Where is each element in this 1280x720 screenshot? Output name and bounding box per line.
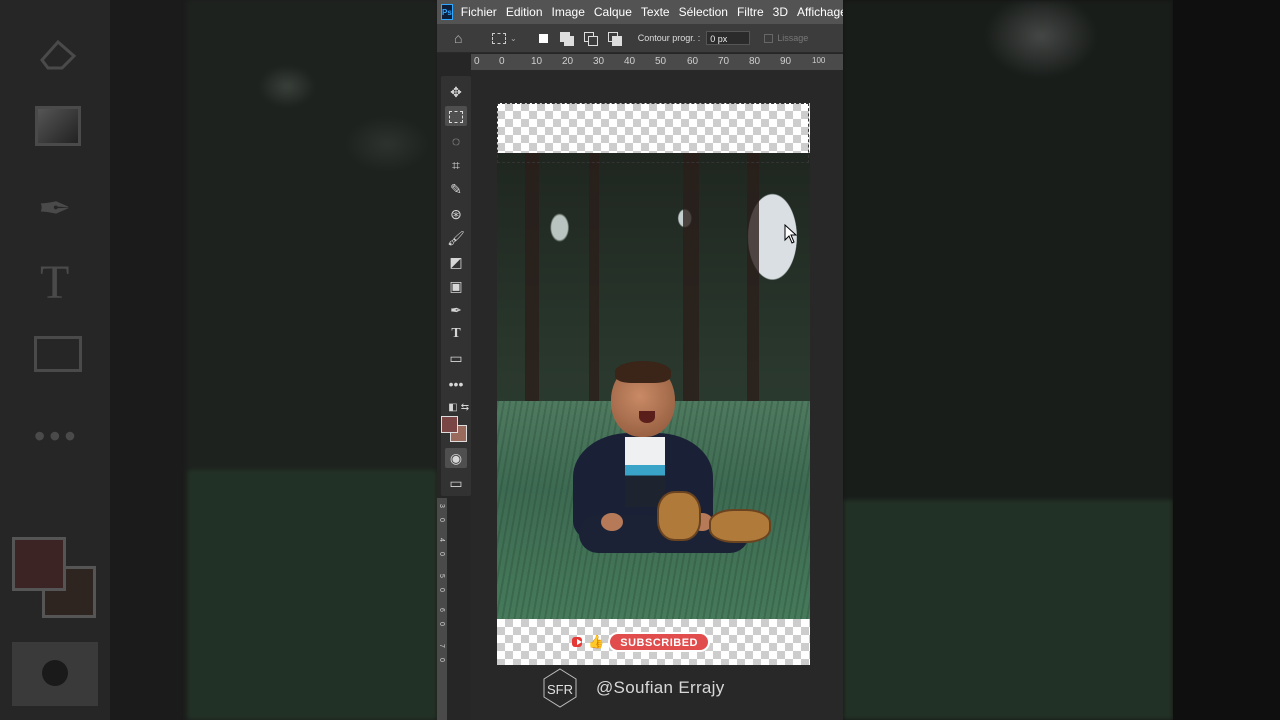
move-tool-icon[interactable]: ✥ [445, 82, 467, 102]
rectangle-tool-icon[interactable]: ▭ [445, 348, 467, 368]
vertical-ruler: 3 0 4 0 5 0 6 0 7 0 [437, 498, 447, 720]
ruler-tick: 3 [438, 504, 445, 508]
ruler-tick: 0 [438, 518, 445, 522]
home-icon[interactable]: ⌂ [454, 31, 470, 45]
crop-tool-icon[interactable]: ⌗ [445, 155, 467, 175]
baby-hair [615, 361, 671, 383]
document-canvas[interactable] [497, 103, 810, 665]
ruler-tick: 40 [624, 56, 636, 67]
ruler-tick: 0 [438, 552, 445, 556]
thumbs-up-icon: 👍 [588, 634, 605, 649]
menu-texte[interactable]: Texte [641, 5, 670, 19]
menu-calque[interactable]: Calque [594, 5, 632, 19]
menu-image[interactable]: Image [552, 5, 585, 19]
baby-shoe [709, 509, 771, 543]
ruler-tick: 20 [562, 56, 574, 67]
ruler-tick: 10 [531, 56, 543, 67]
youtube-icon [572, 637, 583, 647]
menu-bar: Ps Fichier Edition Image Calque Texte Sé… [437, 0, 843, 24]
marquee-preset-icon[interactable] [492, 32, 506, 44]
backdrop-photo [187, 0, 437, 720]
more-icon: ••• [34, 418, 80, 454]
subscribe-overlay: 👍 SUBSCRIBED [568, 631, 710, 653]
ruler-tick: 6 [438, 608, 445, 612]
feather-input[interactable]: 0 px [706, 31, 751, 45]
sfr-logo: SFR [543, 668, 577, 708]
rectangle-icon [34, 336, 82, 372]
ruler-tick: 7 [438, 644, 445, 648]
antialias-label: Lissage [777, 33, 809, 43]
menu-fichier[interactable]: Fichier [461, 5, 497, 19]
spot-heal-tool-icon[interactable]: ⊛ [445, 204, 467, 224]
brush-tool-icon[interactable]: 🖌 [445, 228, 467, 248]
watermark-handle: @Soufian Errajy [596, 678, 725, 697]
gradient-icon [35, 106, 81, 146]
backdrop-photo-right [843, 0, 1173, 720]
ruler-tick: 0 [474, 56, 480, 67]
ruler-tick: 90 [780, 56, 792, 67]
options-bar: ⌂ ⌄ Contour progr. : 0 px Lissage [437, 24, 843, 53]
tree-trunk [525, 153, 539, 403]
ruler-tick: 50 [655, 56, 667, 67]
photoshop-logo-icon[interactable]: Ps [441, 4, 453, 20]
quick-mask-icon[interactable]: ◉ [445, 448, 467, 468]
gradient-tool-icon[interactable]: ▣ [445, 276, 467, 296]
new-selection-icon[interactable] [538, 33, 548, 43]
menu-selection[interactable]: Sélection [679, 5, 728, 19]
blurred-backdrop-right [843, 0, 1280, 720]
menu-3d[interactable]: 3D [773, 5, 788, 19]
ruler-tick: 0 [438, 622, 445, 626]
ruler-tick: 70 [718, 56, 730, 67]
eraser-icon [40, 39, 77, 70]
horizontal-ruler: 0 0 10 20 30 40 50 60 70 80 90 100 [471, 54, 843, 70]
baby-hand [601, 513, 623, 531]
more-tools-icon[interactable]: ••• [445, 374, 467, 394]
mouse-cursor-icon [784, 224, 798, 244]
selection-marquee[interactable] [497, 103, 809, 163]
ruler-tick: 0 [499, 56, 505, 67]
ruler-tick: 80 [749, 56, 761, 67]
baby-shoe [657, 491, 701, 541]
ruler-tick: 30 [593, 56, 605, 67]
svg-text:SFR: SFR [547, 682, 573, 697]
baby-figure [559, 361, 779, 613]
quick-select-tool-icon[interactable]: ◌ [445, 131, 467, 151]
type-tool-icon[interactable]: T [445, 324, 467, 344]
ruler-tick: 4 [438, 538, 445, 542]
eraser-tool-icon[interactable]: ◩ [445, 252, 467, 272]
ruler-tick: 60 [687, 56, 699, 67]
backdrop-fg-swatch [12, 537, 66, 591]
ruler-tick: 0 [438, 658, 445, 662]
baby-shirt [625, 437, 665, 507]
type-icon: T [40, 256, 70, 309]
quick-mask-icon [12, 642, 98, 706]
menu-filtre[interactable]: Filtre [737, 5, 764, 19]
feather-label: Contour progr. : [637, 33, 701, 43]
marquee-tool-icon[interactable] [445, 106, 467, 126]
subscribed-button[interactable]: SUBSCRIBED [608, 632, 710, 652]
chevron-down-icon[interactable]: ⌄ [510, 34, 517, 43]
pen-tool-icon[interactable]: ✒ [445, 300, 467, 320]
ruler-tick: 100 [812, 56, 826, 65]
swap-colors-icon[interactable]: ⇆ [454, 398, 476, 418]
ruler-tick: 5 [438, 574, 445, 578]
backdrop-edge [1173, 0, 1280, 720]
blurred-backdrop-left: ✒ T ••• [0, 0, 437, 720]
eyedropper-tool-icon[interactable]: ✎ [445, 179, 467, 199]
pen-icon: ✒ [38, 187, 72, 231]
baby-photo [497, 153, 810, 619]
ruler-tick: 0 [438, 588, 445, 592]
baby-mouth [639, 411, 655, 423]
menu-edition[interactable]: Edition [506, 5, 543, 19]
intersect-selection-icon[interactable] [607, 32, 622, 46]
screen-mode-icon[interactable]: ▭ [445, 473, 467, 493]
foreground-color-swatch[interactable] [441, 416, 458, 433]
add-selection-icon[interactable] [559, 32, 574, 46]
subtract-selection-icon[interactable] [583, 32, 598, 46]
antialias-checkbox[interactable] [764, 33, 774, 43]
menu-affichage[interactable]: Affichage [797, 5, 843, 19]
